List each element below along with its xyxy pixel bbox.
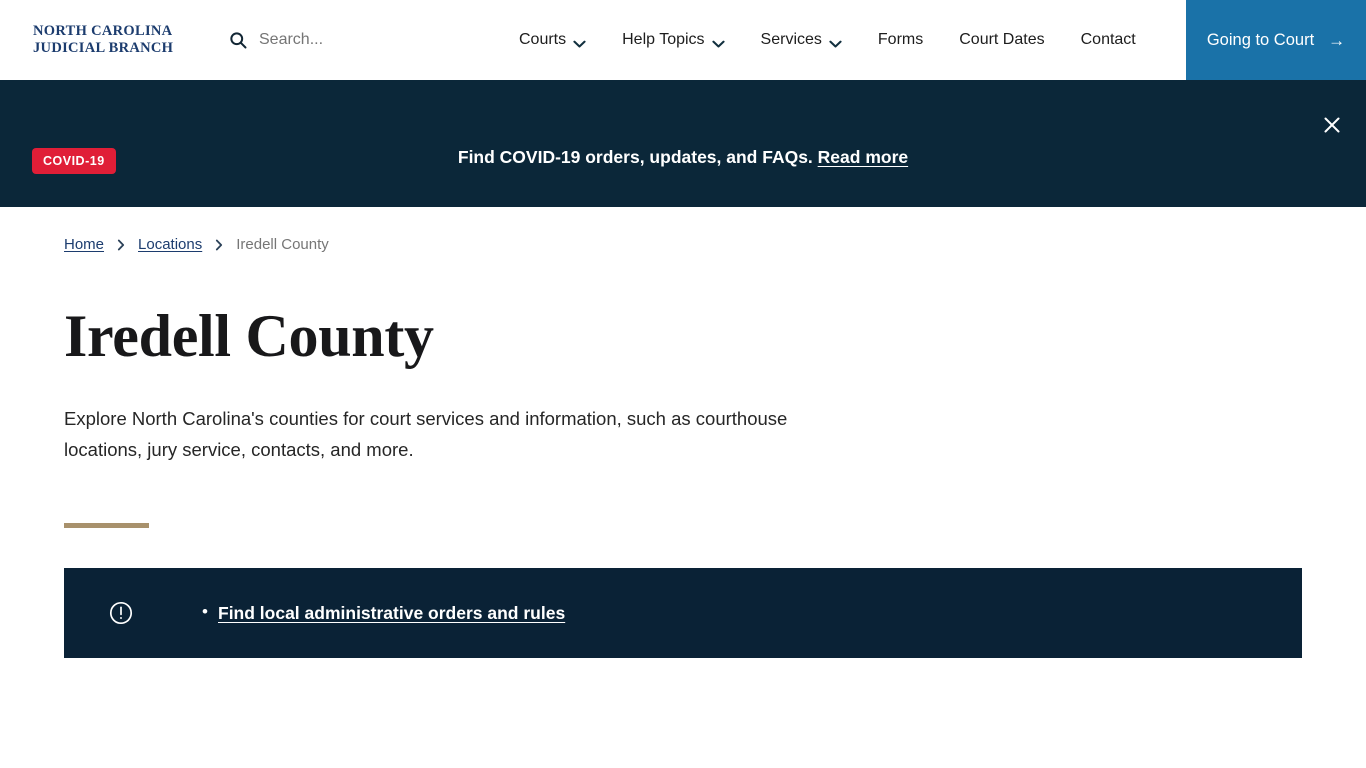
logo-line-2: JUDICIAL BRANCH	[33, 40, 174, 56]
chevron-down-icon	[711, 36, 725, 48]
nav-item-court-dates[interactable]: Court Dates	[959, 31, 1062, 49]
alert-box: Find local administrative orders and rul…	[64, 568, 1302, 658]
breadcrumb-item-locations[interactable]: Locations	[138, 236, 202, 253]
nav-label: Help Topics	[622, 31, 705, 48]
logo-line-1: NORTH CAROLINA	[33, 23, 173, 39]
chevron-down-icon	[829, 36, 842, 48]
site-logo[interactable]: NORTH CAROLINA JUDICIAL BRANCH	[33, 23, 173, 57]
alert-link-list: Find local administrative orders and rul…	[202, 602, 565, 624]
chevron-right-icon	[215, 239, 223, 251]
banner-read-more-link[interactable]: Read more	[818, 147, 908, 167]
breadcrumb-item-home[interactable]: Home	[64, 236, 104, 253]
chevron-down-icon	[573, 36, 586, 48]
list-item: Find local administrative orders and rul…	[202, 602, 565, 624]
cta-label: Going to Court	[1206, 30, 1315, 49]
nav-item-help-topics[interactable]: Help Topics	[622, 31, 742, 49]
arrow-right-icon: →	[1328, 30, 1346, 50]
main-navigation: Courts Help Topics Services Forms Court …	[519, 0, 1136, 80]
page-description: Explore North Carolina's counties for co…	[64, 408, 788, 460]
search-input[interactable]	[259, 31, 439, 49]
covid-alert-banner: COVID-19 Find COVID-19 orders, updates, …	[0, 80, 1366, 207]
main-content: Home Locations Iredell County Iredell Co…	[0, 207, 1366, 658]
close-icon	[1324, 117, 1340, 133]
search-icon[interactable]	[228, 30, 248, 50]
nav-item-services[interactable]: Services	[761, 31, 860, 49]
alert-link-local-orders[interactable]: Find local administrative orders and rul…	[218, 603, 565, 623]
nav-item-contact[interactable]: Contact	[1081, 31, 1136, 49]
breadcrumb: Home Locations Iredell County	[64, 207, 1302, 253]
banner-message: Find COVID-19 orders, updates, and FAQs.…	[0, 147, 1366, 168]
nav-item-courts[interactable]: Courts	[519, 31, 604, 49]
search-area	[228, 26, 439, 54]
chevron-right-icon	[117, 239, 125, 251]
nav-label: Services	[760, 31, 822, 48]
nav-label: Forms	[877, 31, 924, 48]
banner-message-text: Find COVID-19 orders, updates, and FAQs.	[457, 147, 813, 167]
nav-item-forms[interactable]: Forms	[878, 31, 941, 49]
going-to-court-button[interactable]: Going to Court →	[1186, 0, 1366, 80]
page-title: Iredell County	[64, 303, 434, 369]
nav-label: Contact	[1080, 31, 1136, 48]
section-divider	[64, 523, 149, 528]
exclamation-circle-icon	[108, 600, 134, 626]
site-header: NORTH CAROLINA JUDICIAL BRANCH Courts He…	[0, 0, 1366, 80]
nav-label: Courts	[519, 31, 567, 48]
banner-close-button[interactable]	[1318, 111, 1346, 139]
nav-label: Court Dates	[959, 31, 1045, 48]
breadcrumb-item-current: Iredell County	[236, 236, 329, 253]
